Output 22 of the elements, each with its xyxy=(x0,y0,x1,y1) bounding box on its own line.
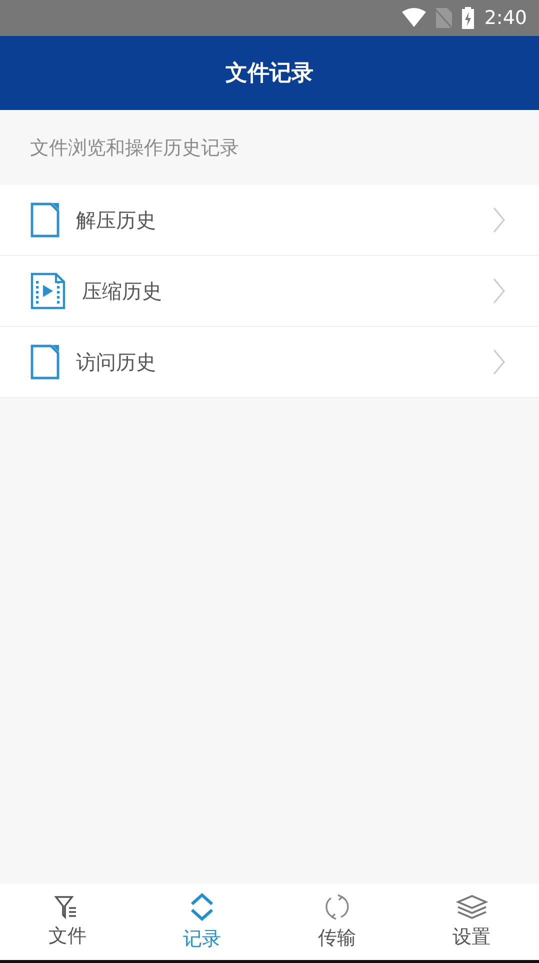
history-list-item[interactable]: 压缩历史 xyxy=(0,256,539,327)
nav-tab[interactable]: 文件 xyxy=(0,884,135,960)
section-caption: 文件浏览和操作历史记录 xyxy=(30,136,239,160)
document-icon xyxy=(30,202,60,238)
history-list-item[interactable]: 访问历史 xyxy=(0,327,539,398)
battery-charging-icon xyxy=(462,7,474,29)
sync-icon xyxy=(322,893,351,921)
status-time: 2:40 xyxy=(484,7,527,29)
chevron-right-icon xyxy=(493,349,505,375)
nav-tab[interactable]: 设置 xyxy=(404,884,539,960)
chevron-right-icon xyxy=(493,207,505,233)
up-down-chevron-icon xyxy=(189,892,216,922)
nav-tab[interactable]: 传输 xyxy=(270,884,404,960)
screen-title: 文件记录 xyxy=(226,60,314,88)
no-sim-icon xyxy=(436,8,452,28)
nav-tab[interactable]: 记录 xyxy=(134,884,270,960)
video-file-icon xyxy=(30,272,66,310)
history-list-item[interactable]: 解压历史 xyxy=(0,185,539,256)
wifi-icon xyxy=(402,8,426,28)
chevron-right-icon xyxy=(493,278,505,304)
document-icon xyxy=(30,344,60,380)
layers-icon xyxy=(456,894,488,920)
